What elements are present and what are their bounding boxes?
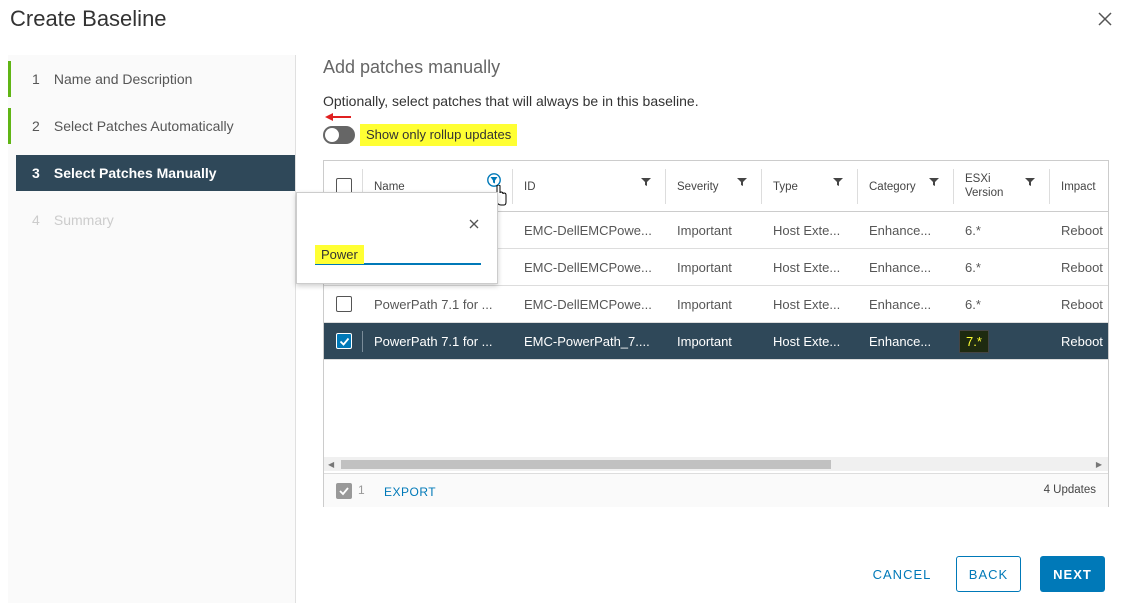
total-updates-count: 4 Updates <box>1043 484 1096 496</box>
cell-severity: Important <box>677 297 732 312</box>
cell-esxi-version: 6.* <box>965 223 981 238</box>
filter-icon[interactable] <box>641 177 651 187</box>
dialog-title: Create Baseline <box>10 6 167 31</box>
step-label: Summary <box>53 212 114 228</box>
wizard-steps-sidebar: 1 Name and Description 2 Select Patches … <box>8 55 295 603</box>
step-select-patches-manually[interactable]: 3 Select Patches Manually <box>16 155 295 191</box>
cell-category: Enhance... <box>869 223 932 238</box>
table-row[interactable]: PowerPath 7.1 for ... EMC-DellEMCPowe...… <box>324 286 1108 323</box>
cell-impact: Reboot <box>1061 223 1103 238</box>
filter-icon[interactable] <box>1025 177 1035 187</box>
column-header-label: ESXi Version <box>965 172 1004 199</box>
column-separator <box>362 331 363 352</box>
scrollbar-thumb[interactable] <box>341 460 831 469</box>
column-header-impact[interactable]: Impact <box>1049 161 1108 212</box>
step-label: Select Patches Automatically <box>53 118 234 134</box>
toggle-knob <box>325 128 339 142</box>
selected-count: 1 <box>358 483 365 497</box>
filter-icon[interactable] <box>737 177 747 187</box>
section-description: Optionally, select patches that will alw… <box>323 93 699 109</box>
cell-severity: Important <box>677 260 732 275</box>
cancel-button[interactable]: CANCEL <box>862 556 942 592</box>
datagrid-footer: 1 EXPORT 4 Updates <box>324 473 1108 507</box>
cell-severity: Important <box>677 223 732 238</box>
filter-input-value: Power <box>315 245 364 264</box>
cell-type: Host Exte... <box>773 297 841 312</box>
row-checkbox[interactable] <box>336 296 352 312</box>
cell-id: EMC-DellEMCPowe... <box>524 223 652 238</box>
rollup-only-toggle[interactable] <box>323 126 355 144</box>
row-checkbox-checked[interactable] <box>336 333 352 349</box>
selection-checkbox-indicator <box>336 483 352 499</box>
cell-category: Enhance... <box>869 297 932 312</box>
highlighted-esxi-version: 7.* <box>959 330 989 353</box>
filter-icon[interactable] <box>929 177 939 187</box>
column-header-label: Impact <box>1061 180 1096 193</box>
column-header-label: ID <box>524 180 536 193</box>
step-label: Name and Description <box>53 71 193 87</box>
step-name-and-description[interactable]: 1 Name and Description <box>8 61 295 97</box>
name-filter-input[interactable]: Power <box>315 245 481 265</box>
cell-esxi-version: 6.* <box>965 260 981 275</box>
step-select-patches-automatically[interactable]: 2 Select Patches Automatically <box>8 108 295 144</box>
name-filter-popup: Power <box>296 192 498 284</box>
arrow-left-icon <box>325 113 351 121</box>
cell-esxi-version: 7.* <box>959 323 1045 360</box>
scroll-left-icon[interactable]: ◀ <box>328 460 334 469</box>
filter-icon[interactable] <box>833 177 843 187</box>
step-number: 3 <box>32 165 40 181</box>
export-button[interactable]: EXPORT <box>384 485 436 499</box>
cell-impact: Reboot <box>1061 260 1103 275</box>
scroll-right-icon[interactable]: ▶ <box>1096 460 1102 469</box>
step-number: 4 <box>32 212 40 228</box>
step-summary: 4 Summary <box>8 202 295 238</box>
cell-name: PowerPath 7.1 for ... <box>374 297 493 312</box>
section-heading: Add patches manually <box>323 57 501 77</box>
step-label: Select Patches Manually <box>53 165 217 181</box>
step-number: 1 <box>32 71 40 87</box>
cell-name: PowerPath 7.1 for ... <box>374 334 493 349</box>
cell-type: Host Exte... <box>773 223 841 238</box>
cell-type: Host Exte... <box>773 260 841 275</box>
cell-id: EMC-DellEMCPowe... <box>524 260 652 275</box>
column-header-label: Severity <box>677 180 719 193</box>
cell-id: EMC-DellEMCPowe... <box>524 297 652 312</box>
horizontal-scrollbar[interactable]: ◀ ▶ <box>324 457 1108 471</box>
checkmark-icon <box>339 487 349 496</box>
cell-category: Enhance... <box>869 334 932 349</box>
next-button[interactable]: NEXT <box>1040 556 1105 592</box>
close-icon[interactable] <box>1096 10 1114 28</box>
close-icon[interactable] <box>469 219 479 229</box>
back-button[interactable]: BACK <box>956 556 1021 592</box>
cell-impact: Reboot <box>1061 297 1103 312</box>
cell-type: Host Exte... <box>773 334 841 349</box>
column-header-label: Name <box>374 180 405 193</box>
cell-id: EMC-PowerPath_7.... <box>524 334 650 349</box>
cell-category: Enhance... <box>869 260 932 275</box>
step-number: 2 <box>32 118 40 134</box>
cell-impact: Reboot <box>1061 334 1103 349</box>
rollup-only-toggle-label: Show only rollup updates <box>360 124 518 146</box>
column-header-label: Category <box>869 180 916 193</box>
column-header-label: Type <box>773 180 798 193</box>
cell-esxi-version: 6.* <box>965 297 981 312</box>
cell-severity: Important <box>677 334 732 349</box>
sidebar-divider <box>295 55 296 603</box>
table-row-selected[interactable]: PowerPath 7.1 for ... EMC-PowerPath_7...… <box>324 323 1108 360</box>
checkmark-icon <box>339 337 350 346</box>
